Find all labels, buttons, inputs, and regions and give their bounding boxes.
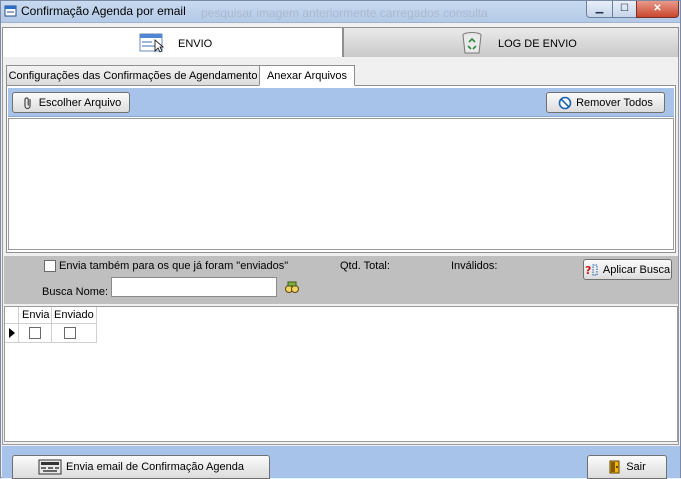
tab-envio[interactable]: ENVIO [2, 27, 343, 58]
row-indicator [5, 324, 19, 343]
search-name-input[interactable] [111, 277, 277, 297]
choose-file-button[interactable]: Escolher Arquivo [12, 92, 130, 113]
invalidos-label: Inválidos: [451, 260, 498, 272]
minimize-button[interactable]: ▁ [586, 1, 613, 18]
send-confirmation-email-button[interactable]: Envia email de Confirmação Agenda [12, 455, 270, 479]
background-window-title: pesquisar imagem anteriormente carregado… [201, 6, 488, 20]
search-name-label: Busca Nome: [42, 286, 109, 298]
also-sent-checkbox[interactable] [44, 260, 56, 272]
recycle-bin-icon [462, 32, 482, 54]
paperclip-icon [24, 96, 31, 109]
send-confirmation-email-label: Envia email de Confirmação Agenda [66, 461, 244, 473]
maximize-button[interactable]: ☐ [612, 1, 637, 18]
window-cursor-icon [139, 33, 165, 53]
window-title: Confirmação Agenda por email [21, 4, 186, 18]
grid-corner [5, 307, 19, 324]
enviado-checkbox[interactable] [64, 327, 76, 339]
tab-anexar-arquivos-label: Anexar Arquivos [266, 70, 348, 82]
column-header-enviado[interactable]: Enviado [52, 307, 97, 324]
column-header-envia[interactable]: Envia [19, 307, 52, 324]
exit-label: Sair [626, 461, 646, 473]
main-window: pesquisar imagem anteriormente carregado… [0, 0, 681, 479]
tab-log-de-envio[interactable]: LOG DE ENVIO [343, 27, 679, 58]
recipients-grid[interactable]: Envia Enviado [4, 306, 678, 442]
choose-file-label: Escolher Arquivo [38, 96, 122, 109]
table-row-enviado-cell [52, 324, 97, 343]
search-binoculars-icon[interactable] [284, 279, 300, 295]
tab-anexar-arquivos[interactable]: Anexar Arquivos [259, 65, 355, 86]
tab-envio-label: ENVIO [178, 38, 213, 50]
exit-button[interactable]: Sair [587, 455, 667, 479]
table-row-envia-cell [19, 324, 52, 343]
exit-door-icon [609, 460, 620, 474]
attached-files-list[interactable] [8, 118, 674, 250]
svg-text:?: ? [585, 264, 591, 277]
qtd-total-label: Qtd. Total: [340, 260, 390, 272]
help-search-icon: ? [585, 264, 598, 277]
apply-search-label: Aplicar Busca [602, 263, 671, 276]
remove-all-button[interactable]: Remover Todos [546, 92, 665, 113]
no-entry-icon [558, 96, 572, 109]
email-send-icon [38, 459, 62, 475]
remove-all-label: Remover Todos [576, 96, 653, 109]
tab-log-de-envio-label: LOG DE ENVIO [498, 38, 577, 50]
envia-checkbox[interactable] [29, 327, 41, 339]
tab-configuracoes-label: Configurações das Confirmações de Agenda… [8, 70, 258, 82]
also-sent-label: Envia também para os que já foram "envia… [59, 260, 289, 272]
current-row-arrow-icon [9, 328, 15, 338]
title-bar[interactable]: pesquisar imagem anteriormente carregado… [1, 1, 680, 23]
tab-configuracoes[interactable]: Configurações das Confirmações de Agenda… [6, 65, 260, 86]
close-button[interactable]: ✕ [636, 1, 679, 18]
apply-search-button[interactable]: ? Aplicar Busca [583, 259, 672, 280]
app-icon [4, 5, 17, 17]
